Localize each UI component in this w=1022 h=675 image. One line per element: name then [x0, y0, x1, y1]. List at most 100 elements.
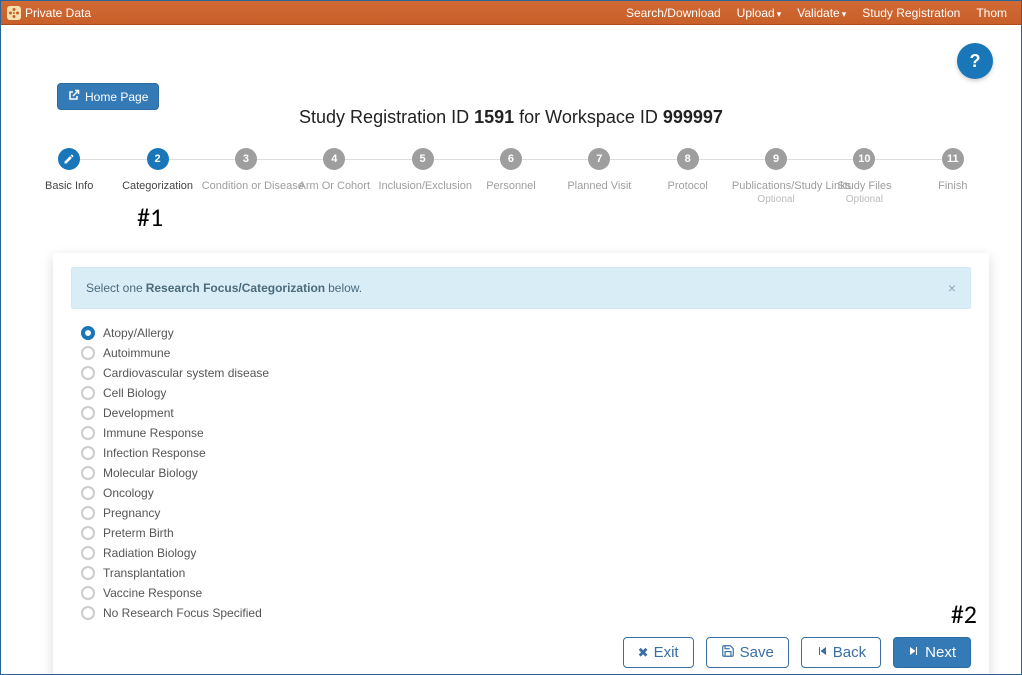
- radio-label: Transplantation: [103, 566, 185, 580]
- step-label: Inclusion/Exclusion: [378, 180, 466, 192]
- exit-button[interactable]: ✖ Exit: [623, 637, 694, 668]
- radio-label: Cardiovascular system disease: [103, 366, 269, 380]
- button-row: ✖ Exit Save Back: [71, 637, 971, 668]
- step-label: Finish: [909, 180, 997, 192]
- step-11[interactable]: 11 Finish: [909, 148, 997, 192]
- radio-label: Cell Biology: [103, 386, 166, 400]
- radio-icon: [81, 506, 95, 520]
- radio-label: Infection Response: [103, 446, 206, 460]
- radio-option[interactable]: Molecular Biology: [81, 463, 971, 483]
- step-6[interactable]: 6 Personnel: [467, 148, 555, 192]
- radio-icon: [81, 366, 95, 380]
- radio-icon: [81, 566, 95, 580]
- step-sublabel: Optional: [820, 194, 908, 205]
- radio-option[interactable]: Radiation Biology: [81, 543, 971, 563]
- radio-icon: [81, 466, 95, 480]
- radio-option[interactable]: Oncology: [81, 483, 971, 503]
- radio-label: Development: [103, 406, 174, 420]
- step-label: Study Files: [820, 180, 908, 192]
- radio-label: No Research Focus Specified: [103, 606, 262, 620]
- nav-search-download[interactable]: Search/Download: [618, 6, 729, 20]
- radio-option[interactable]: Pregnancy: [81, 503, 971, 523]
- radio-label: Oncology: [103, 486, 154, 500]
- radio-option[interactable]: Cardiovascular system disease: [81, 363, 971, 383]
- step-1[interactable]: Basic Info: [25, 148, 113, 192]
- step-10[interactable]: 10 Study Files Optional: [820, 148, 908, 205]
- form-panel: Select one Research Focus/Categorization…: [53, 253, 989, 675]
- step-circle: [58, 148, 80, 170]
- step-circle: 3: [235, 148, 257, 170]
- radio-option[interactable]: Development: [81, 403, 971, 423]
- radio-label: Pregnancy: [103, 506, 160, 520]
- step-circle: 8: [677, 148, 699, 170]
- radio-icon: [81, 426, 95, 440]
- back-button[interactable]: Back: [801, 637, 881, 668]
- step-circle: 5: [412, 148, 434, 170]
- step-9[interactable]: 9 Publications/Study Links Optional: [732, 148, 820, 205]
- infobar-close-icon[interactable]: ×: [948, 280, 956, 296]
- nav-user[interactable]: Thom: [968, 6, 1015, 20]
- nav-upload[interactable]: Upload▾: [729, 6, 790, 20]
- top-navbar: Private Data Search/Download Upload▾ Val…: [1, 1, 1021, 25]
- step-circle: 6: [500, 148, 522, 170]
- info-bar: Select one Research Focus/Categorization…: [71, 267, 971, 309]
- step-label: Condition or Disease: [202, 180, 290, 192]
- step-4[interactable]: 4Arm Or Cohort: [290, 148, 378, 192]
- radio-option[interactable]: Cell Biology: [81, 383, 971, 403]
- radio-option[interactable]: Immune Response: [81, 423, 971, 443]
- brand[interactable]: Private Data: [7, 6, 91, 20]
- nav-validate[interactable]: Validate▾: [789, 6, 854, 20]
- step-circle: 9: [765, 148, 787, 170]
- nav-study-registration[interactable]: Study Registration: [854, 6, 968, 20]
- radio-label: Molecular Biology: [103, 466, 198, 480]
- radio-option[interactable]: Vaccine Response: [81, 583, 971, 603]
- step-circle: 4: [323, 148, 345, 170]
- radio-icon: [81, 346, 95, 360]
- radio-option[interactable]: Autoimmune: [81, 343, 971, 363]
- radio-icon: [81, 406, 95, 420]
- step-2[interactable]: 2 Categorization: [113, 148, 201, 192]
- radio-icon: [81, 386, 95, 400]
- step-circle: 2: [147, 148, 169, 170]
- edit-icon: [63, 153, 75, 165]
- radio-icon: [81, 606, 95, 620]
- annotation-1: #1: [137, 201, 163, 233]
- step-5[interactable]: 5 Inclusion/Exclusion: [378, 148, 466, 192]
- radio-option[interactable]: Transplantation: [81, 563, 971, 583]
- page-title: Study Registration ID 1591 for Workspace…: [23, 55, 999, 148]
- step-label: Protocol: [644, 180, 732, 192]
- radio-icon: [81, 546, 95, 560]
- step-label: Publications/Study Links: [732, 180, 820, 192]
- radio-option[interactable]: No Research Focus Specified: [81, 603, 971, 623]
- step-8[interactable]: 8 Protocol: [644, 148, 732, 192]
- step-circle: 11: [942, 148, 964, 170]
- step-7[interactable]: 7Planned Visit: [555, 148, 643, 192]
- step-circle: 10: [853, 148, 875, 170]
- radio-label: Radiation Biology: [103, 546, 196, 560]
- radio-icon: [81, 486, 95, 500]
- radio-label: Immune Response: [103, 426, 204, 440]
- step-label: Categorization: [113, 180, 201, 192]
- brand-logo-icon: [7, 6, 21, 20]
- caret-down-icon: ▾: [842, 9, 847, 19]
- save-icon: [721, 644, 735, 661]
- prev-icon: [816, 645, 828, 660]
- stepper: Basic Info 2 Categorization 3 Condition or D…: [25, 148, 997, 205]
- step-sublabel: Optional: [732, 194, 820, 205]
- brand-label: Private Data: [25, 6, 91, 20]
- step-label: Personnel: [467, 180, 555, 192]
- save-button[interactable]: Save: [706, 637, 789, 668]
- next-button[interactable]: Next: [893, 637, 971, 668]
- step-label: Planned Visit: [555, 180, 643, 192]
- radio-option[interactable]: Preterm Birth: [81, 523, 971, 543]
- radio-list: Atopy/Allergy Autoimmune Cardiovascular sy…: [71, 323, 971, 623]
- caret-down-icon: ▾: [777, 9, 782, 19]
- radio-label: Atopy/Allergy: [103, 326, 174, 340]
- radio-label: Autoimmune: [103, 346, 170, 360]
- radio-option[interactable]: Infection Response: [81, 443, 971, 463]
- step-3[interactable]: 3 Condition or Disease: [202, 148, 290, 192]
- close-icon: ✖: [638, 645, 649, 661]
- radio-label: Vaccine Response: [103, 586, 202, 600]
- radio-option[interactable]: Atopy/Allergy: [81, 323, 971, 343]
- radio-label: Preterm Birth: [103, 526, 174, 540]
